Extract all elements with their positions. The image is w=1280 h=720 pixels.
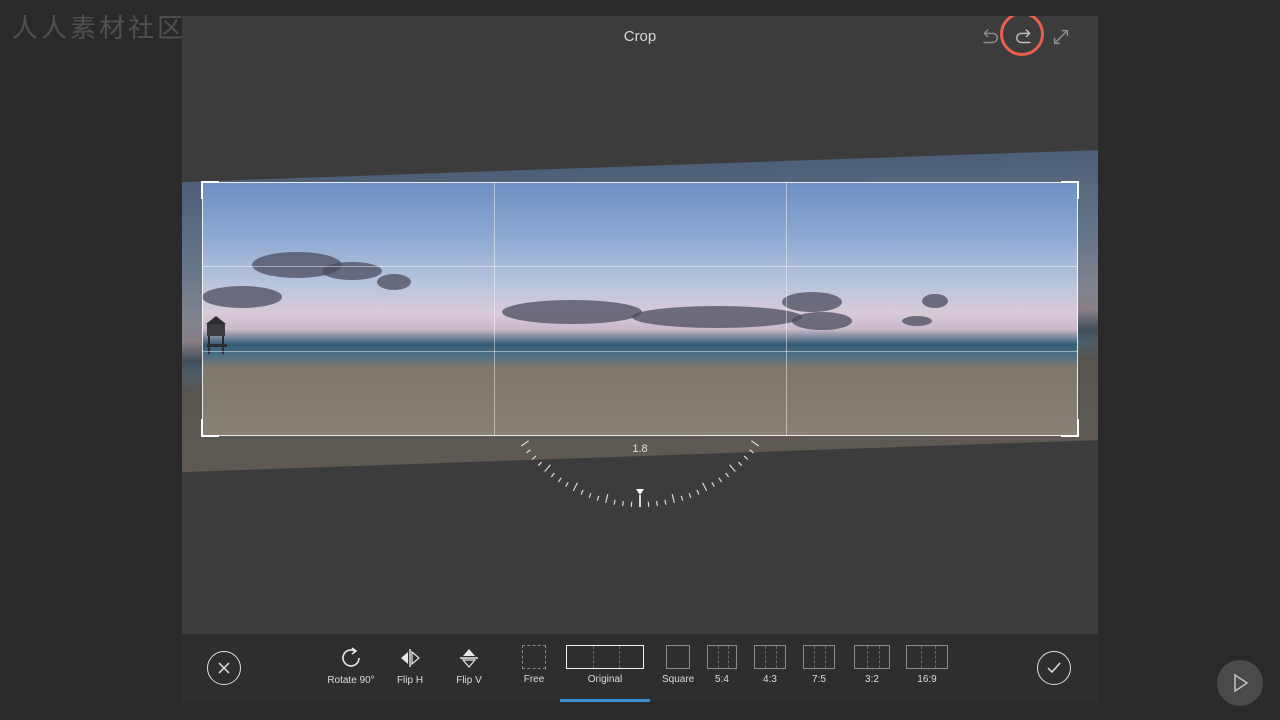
aspect-3-2[interactable]: 3:2 [854,645,890,685]
aspect-label: 7:5 [812,674,826,685]
flip-v-button[interactable]: Flip V [439,644,499,686]
page-title: Crop [623,28,657,45]
aspect-label: 5:4 [715,674,729,685]
dial-tick [696,489,700,495]
dial-tick [718,477,723,483]
dial-tick [664,499,667,505]
rotate-button[interactable]: Rotate 90° [321,644,381,686]
dial-tick [729,464,736,472]
photo-canvas [182,16,1098,702]
dial-tick [711,482,715,487]
cancel-button[interactable] [207,651,241,685]
aspect-7-5[interactable]: 7:5 [803,645,835,685]
dial-tick [565,482,569,487]
aspect-label: 16:9 [917,674,937,685]
undo-icon [983,29,998,44]
crop-handle-bottom-right[interactable] [1061,419,1079,437]
dial-tick [671,494,675,504]
checkmark-icon [1047,662,1061,674]
flip-v-label: Flip V [456,675,482,686]
redo-button[interactable] [1000,16,1044,56]
dial-tick [572,482,578,492]
crop-handle-top-right[interactable] [1061,181,1079,199]
dial-pointer-icon [636,489,644,495]
flip-h-label: Flip H [396,675,424,686]
crop-editor: Crop 1.8 Rotate 90° Flip H Flip V Free O… [182,16,1098,702]
dial-tick [557,477,562,483]
play-icon [1234,673,1249,693]
aspect-label: Free [523,674,545,685]
crop-frame[interactable] [201,181,1079,437]
watermark-text: 人人素材社区 [12,14,187,44]
aspect-16-9[interactable]: 16:9 [906,645,948,685]
rotate-icon [337,644,365,672]
aspect-label: 4:3 [763,674,777,685]
aspect-original[interactable]: Original [566,645,644,685]
aspect-5-4[interactable]: 5:4 [707,645,737,685]
dial-tick [531,455,537,460]
flip-horizontal-icon [396,644,424,672]
top-actions [976,16,1074,56]
dial-tick [537,461,543,467]
dial-tick [550,472,555,478]
dial-tick [588,492,592,499]
flip-h-button[interactable]: Flip H [380,644,440,686]
dial-tick [580,489,584,495]
selection-indicator [560,699,650,702]
expand-icon [1053,29,1069,45]
dial-tick [743,455,749,460]
crop-handle-top-left[interactable] [201,181,219,199]
dial-tick [596,495,600,501]
dial-tick [656,500,658,507]
flip-vertical-icon [455,644,483,672]
aspect-free[interactable]: Free [522,645,546,685]
dial-tick [605,494,609,504]
rotate-label: Rotate 90° [327,675,375,686]
dial-tick [737,461,743,467]
dial-tick [725,472,730,478]
dial-tick [688,492,692,499]
aspect-label: Original [587,674,623,685]
play-button[interactable] [1217,660,1263,706]
dial-tick [680,495,684,501]
undo-button[interactable] [976,24,1002,50]
confirm-button[interactable] [1037,651,1071,685]
aspect-square[interactable]: Square [662,645,694,685]
dial-tick [613,499,616,505]
fullscreen-button[interactable] [1048,24,1074,50]
aspect-label: 3:2 [865,674,879,685]
close-icon [218,662,230,674]
bottom-toolbar: Rotate 90° Flip H Flip V Free Original S… [182,634,1098,702]
crop-handle-bottom-left[interactable] [201,419,219,437]
aspect-4-3[interactable]: 4:3 [754,645,786,685]
dial-value: 1.8 [632,443,648,455]
straighten-dial[interactable]: 1.8 [502,431,778,521]
aspect-label: Square [662,674,695,685]
dial-tick [622,500,624,507]
dial-tick [544,464,551,472]
dial-tick [702,482,708,492]
